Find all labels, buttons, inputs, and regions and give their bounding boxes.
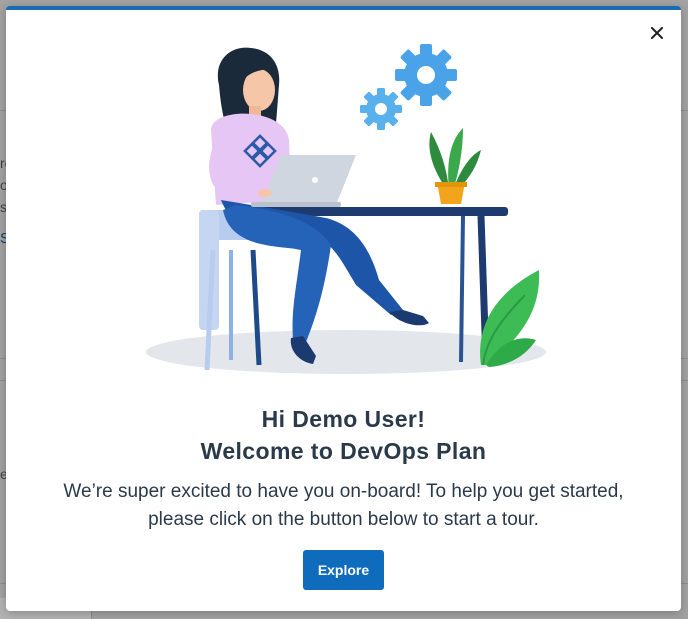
explore-button[interactable]: Explore bbox=[303, 550, 384, 590]
welcome-greeting: Hi Demo User! bbox=[261, 406, 426, 432]
welcome-illustration bbox=[146, 44, 546, 374]
close-button[interactable] bbox=[648, 24, 666, 42]
gear-icon bbox=[360, 88, 402, 130]
gear-icon bbox=[395, 44, 457, 106]
welcome-dialog: Hi Demo User! Welcome to DevOps Plan We’… bbox=[6, 6, 681, 611]
close-icon bbox=[651, 27, 663, 39]
plant-icon bbox=[429, 128, 481, 204]
welcome-message: We’re super excited to have you on-board… bbox=[63, 481, 624, 530]
welcome-title: Welcome to DevOps Plan bbox=[200, 438, 487, 464]
